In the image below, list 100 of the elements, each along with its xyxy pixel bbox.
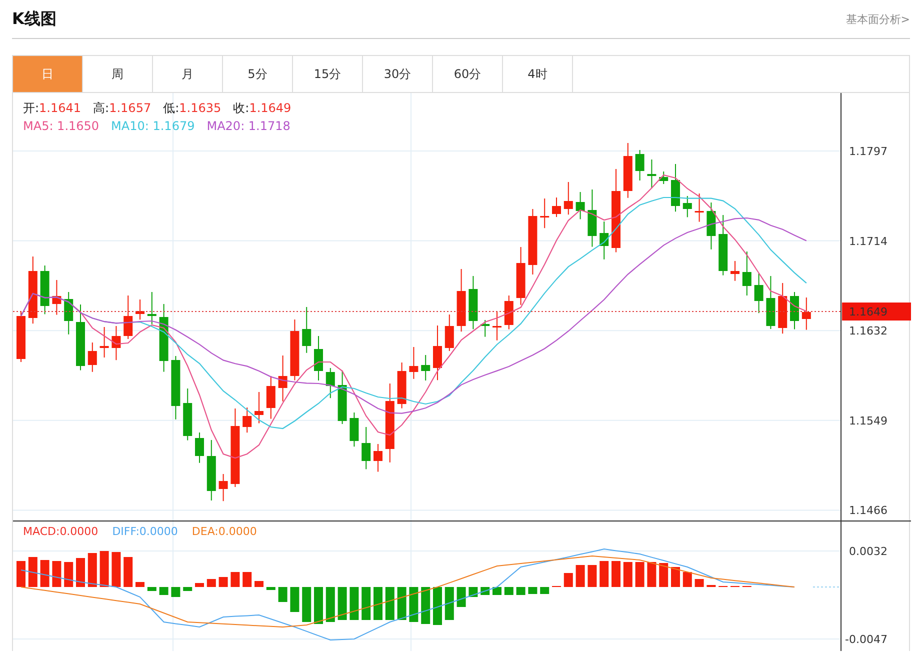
macd-bar [278,587,288,602]
candlestick [409,346,418,380]
macd-legend-label: DEA: [192,525,218,538]
macd-bar [516,587,526,595]
candlestick [302,306,312,354]
candlestick [88,342,97,372]
candlestick [254,392,264,424]
candlestick [124,295,133,340]
macd-bar [468,587,478,597]
candlestick [754,273,764,314]
macd-bar [230,572,240,587]
candlestick [362,426,371,470]
candlestick [16,312,26,362]
candlestick [540,198,550,229]
fundamental-analysis-link[interactable]: 基本面分析> [846,12,910,26]
macd-bar [147,587,156,591]
candlestick [52,280,62,316]
candlestick [374,444,382,472]
macd-bar [623,562,632,587]
macd-bar [588,565,597,587]
candlestick [76,304,85,371]
macd-bar [576,565,585,587]
candlestick [730,260,740,282]
candlestick [28,256,38,324]
ohlc-label: 开: [23,101,40,115]
page-title: K线图 [12,8,56,30]
macd-bar [326,587,335,622]
price-axis-label: 1.1632 [849,324,888,338]
macd-bar [88,553,97,587]
candlestick [397,362,406,409]
macd-bar [302,587,312,622]
macd-bar [242,572,252,587]
ohlc-value: 1.1635 [179,101,222,115]
candlestick [444,314,454,352]
candlestick [112,326,121,361]
candlestick [147,292,156,325]
candlestick [338,370,347,424]
ohlc-label: 高: [93,101,110,115]
candlestick [802,297,811,330]
candlestick [314,336,323,381]
candlestick [790,292,799,330]
macd-bar [635,562,644,587]
candlestick [290,319,300,381]
price-axis-label: 1.1549 [849,414,888,428]
candlestick [647,159,656,189]
candlestick [136,299,144,320]
candlestick [600,221,609,260]
candlestick [206,440,216,501]
ma-legend: MA20: 1.1718 [206,117,290,135]
ma-legend: MA10: 1.1679 [111,117,195,135]
macd-bar [397,587,406,620]
candlestick [742,251,752,296]
macd-bar [433,587,442,625]
macd-bar [600,561,609,587]
macd-bar [16,561,26,587]
macd-bar [647,562,656,587]
candlestick [100,326,109,358]
candlestick [504,295,514,330]
macd-bar [206,579,216,587]
candlestick [171,356,180,420]
current-price-value: 1.1649 [849,306,888,319]
ohlc-value: 1.1657 [109,101,152,115]
macd-bar [76,558,85,587]
macd-bar [338,587,347,620]
candlestick [433,325,442,381]
candlestick [278,355,288,402]
candlestick [718,214,728,276]
macd-bar [564,573,573,587]
candlestick [635,150,644,181]
candlestick [218,474,228,502]
macd-bar [183,587,192,591]
macd-bar [350,587,359,620]
macd-bar [52,561,62,587]
ohlc-label: 低: [163,101,180,115]
macd-legend-value: 0.0000 [60,525,98,538]
macd-bar [136,582,144,587]
macd-bar [28,557,38,587]
candlestick [326,368,335,399]
macd-bar [671,567,680,587]
macd-bar [540,587,550,594]
macd-bar [385,587,394,620]
candlestick [623,142,632,198]
macd-legend-label: MACD: [23,525,60,538]
macd-bar [290,587,300,612]
macd-bar [195,583,204,587]
zero-line [812,586,842,588]
candlestick [183,388,192,441]
candlestick [40,265,50,315]
candlestick [456,268,466,332]
ohlc-label: 收: [233,101,250,115]
price-axis-label: 1.1797 [849,145,888,158]
macd-bar [374,587,382,620]
macd-bar [682,572,692,587]
macd-bar [40,560,50,587]
candlestick [552,197,561,218]
macd-bar [64,562,74,587]
macd-bar [266,587,276,590]
candlestick [576,192,585,220]
candlestick [588,189,597,248]
candlestick [516,246,526,306]
